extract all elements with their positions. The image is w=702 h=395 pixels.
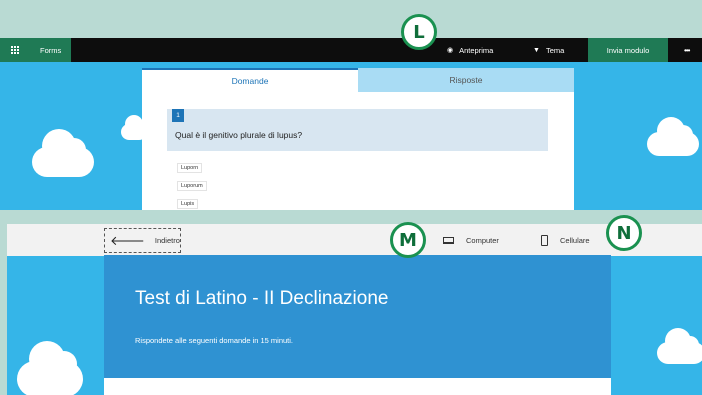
form-header: Test di Latino - II Declinazione Rispond… [104, 255, 611, 378]
answer-option-label: Lupis [177, 199, 199, 209]
form-card: Domande Risposte 1 Qual è il genitivo pl… [142, 68, 574, 210]
answer-option-label: Luporn [177, 163, 203, 173]
callout-badge-n: N [606, 215, 642, 251]
send-form-button[interactable]: Invia modulo [588, 38, 668, 62]
back-button[interactable]: 🡐 Indietro [104, 228, 181, 253]
app-name[interactable]: Forms [30, 38, 72, 62]
theme-button[interactable]: ▼ Tema [533, 38, 564, 62]
answer-option[interactable]: Lupis [177, 199, 199, 209]
form-title: Test di Latino - II Declinazione [135, 288, 389, 309]
preview-label: Anteprima [459, 45, 494, 55]
question-text: Qual è il genitivo plurale di lupus? [175, 130, 303, 140]
more-options-icon[interactable]: ••• [684, 38, 690, 62]
back-label: Indietro [154, 236, 180, 245]
arrow-left-icon: 🡐 [110, 233, 145, 249]
computer-label: Computer [466, 235, 499, 245]
eye-icon: ◉ [447, 47, 454, 54]
app-launcher-button[interactable] [0, 38, 30, 62]
mobile-view-button[interactable]: Cellulare [541, 224, 590, 256]
paint-bucket-icon: ▼ [533, 46, 540, 54]
tab-questions[interactable]: Domande [142, 68, 358, 92]
tab-responses[interactable]: Risposte [358, 68, 574, 92]
form-preview-panel: 🡐 Indietro Computer Cellulare Test di La… [7, 224, 702, 395]
cloud-decoration [657, 328, 702, 364]
form-body [104, 378, 611, 395]
mobile-label: Cellulare [560, 235, 590, 245]
cloud-decoration [647, 117, 699, 156]
forms-editor-panel: Forms ◉ Anteprima ▼ Tema Invia modulo ••… [0, 38, 702, 210]
phone-icon [541, 234, 548, 246]
answer-option[interactable]: Luporn [177, 163, 203, 173]
preview-button[interactable]: ◉ Anteprima [447, 38, 493, 62]
answer-option[interactable]: Luporum [177, 181, 207, 191]
form-description: Rispondete alle seguenti domande in 15 m… [135, 336, 294, 345]
laptop-icon [443, 236, 454, 244]
callout-badge-m: M [390, 222, 426, 258]
computer-view-button[interactable]: Computer [443, 224, 499, 256]
forms-toolbar: Forms ◉ Anteprima ▼ Tema Invia modulo ••… [0, 38, 702, 62]
answer-option-label: Luporum [177, 181, 207, 191]
question-block[interactable]: 1 Qual è il genitivo plurale di lupus? [167, 109, 548, 151]
theme-label: Tema [545, 45, 565, 55]
callout-badge-l: L [401, 14, 437, 50]
preview-toolbar: 🡐 Indietro Computer Cellulare [7, 224, 702, 256]
cloud-decoration [32, 129, 94, 177]
cloud-decoration [17, 341, 83, 395]
waffle-icon [11, 46, 19, 54]
question-number: 1 [172, 109, 184, 122]
